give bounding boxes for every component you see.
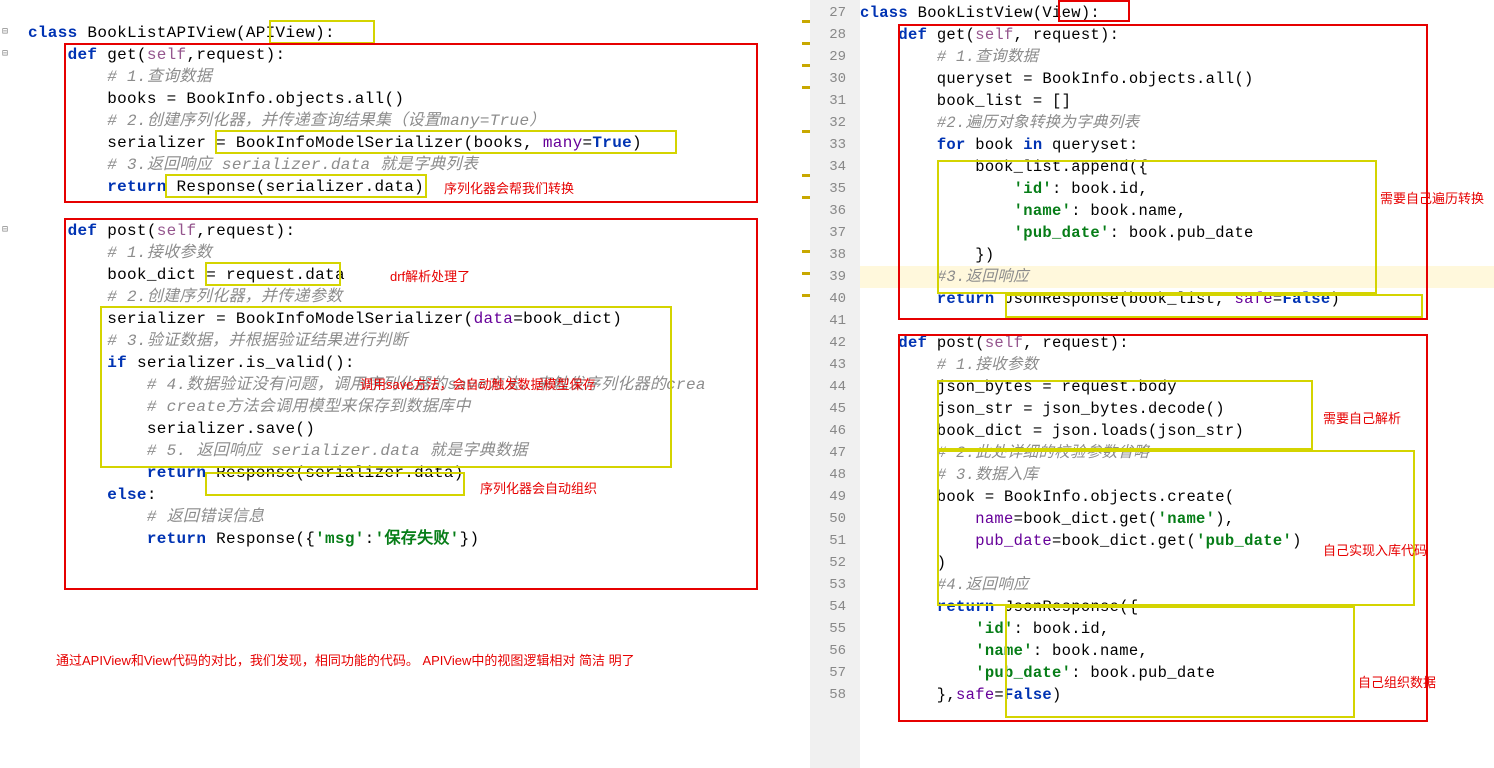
annotation-label: 序列化器会自动组织 xyxy=(480,478,597,497)
annotation-label: 调用save方法，会自动触发数据模型保存 xyxy=(360,374,595,393)
line-number: 28 xyxy=(810,24,860,46)
line-number: 33 xyxy=(810,134,860,156)
minimap[interactable] xyxy=(802,0,810,768)
red-highlight-box xyxy=(64,43,758,203)
annotation-label: 需要自己遍历转换 xyxy=(1380,188,1484,207)
red-highlight-box xyxy=(898,24,1428,320)
line-number: 36 xyxy=(810,200,860,222)
line-number: 53 xyxy=(810,574,860,596)
line-number: 27 xyxy=(810,2,860,24)
fold-icon[interactable]: ⊟ xyxy=(2,48,8,60)
line-number: 43 xyxy=(810,354,860,376)
annotation-label: 序列化器会帮我们转换 xyxy=(444,178,574,197)
left-editor-panel[interactable]: ⊟ ⊟ ⊟ class BookListAPIView(APIView): de… xyxy=(0,0,802,768)
fold-icon[interactable]: ⊟ xyxy=(2,224,8,236)
fold-icon[interactable]: ⊟ xyxy=(2,26,8,38)
annotation-label: 需要自己解析 xyxy=(1323,408,1401,427)
line-number: 51 xyxy=(810,530,860,552)
line-number: 30 xyxy=(810,68,860,90)
line-number: 32 xyxy=(810,112,860,134)
line-number: 46 xyxy=(810,420,860,442)
annotation-label: drf解析处理了 xyxy=(390,266,470,285)
right-editor-panel[interactable]: 2728293031323334353637383940414243444546… xyxy=(802,0,1494,768)
annotation-label: 自己组织数据 xyxy=(1358,672,1436,691)
line-number: 52 xyxy=(810,552,860,574)
line-number-gutter: 2728293031323334353637383940414243444546… xyxy=(810,0,860,768)
fold-margin: ⊟ ⊟ ⊟ xyxy=(0,22,14,762)
line-number: 41 xyxy=(810,310,860,332)
line-number: 47 xyxy=(810,442,860,464)
line-number: 40 xyxy=(810,288,860,310)
line-number: 35 xyxy=(810,178,860,200)
line-number: 56 xyxy=(810,640,860,662)
line-number: 34 xyxy=(810,156,860,178)
line-number: 49 xyxy=(810,486,860,508)
line-number: 29 xyxy=(810,46,860,68)
line-number: 42 xyxy=(810,332,860,354)
line-number: 44 xyxy=(810,376,860,398)
highlight-box xyxy=(269,20,375,44)
line-number: 55 xyxy=(810,618,860,640)
annotation-label: 自己实现入库代码 xyxy=(1323,540,1427,559)
annotation-label: 通过APIView和View代码的对比，我们发现，相同功能的代码。 APIVie… xyxy=(56,650,786,669)
line-number: 58 xyxy=(810,684,860,706)
line-number: 45 xyxy=(810,398,860,420)
code-line[interactable]: class BookListAPIView(APIView): xyxy=(28,22,802,44)
code-line[interactable]: class BookListView(View): xyxy=(860,2,1494,24)
line-number: 57 xyxy=(810,662,860,684)
line-number: 37 xyxy=(810,222,860,244)
line-number: 39 xyxy=(810,266,860,288)
line-number: 38 xyxy=(810,244,860,266)
line-number: 48 xyxy=(810,464,860,486)
line-number: 50 xyxy=(810,508,860,530)
red-highlight-box xyxy=(1058,0,1130,22)
line-number: 54 xyxy=(810,596,860,618)
red-highlight-box xyxy=(898,334,1428,722)
line-number: 31 xyxy=(810,90,860,112)
